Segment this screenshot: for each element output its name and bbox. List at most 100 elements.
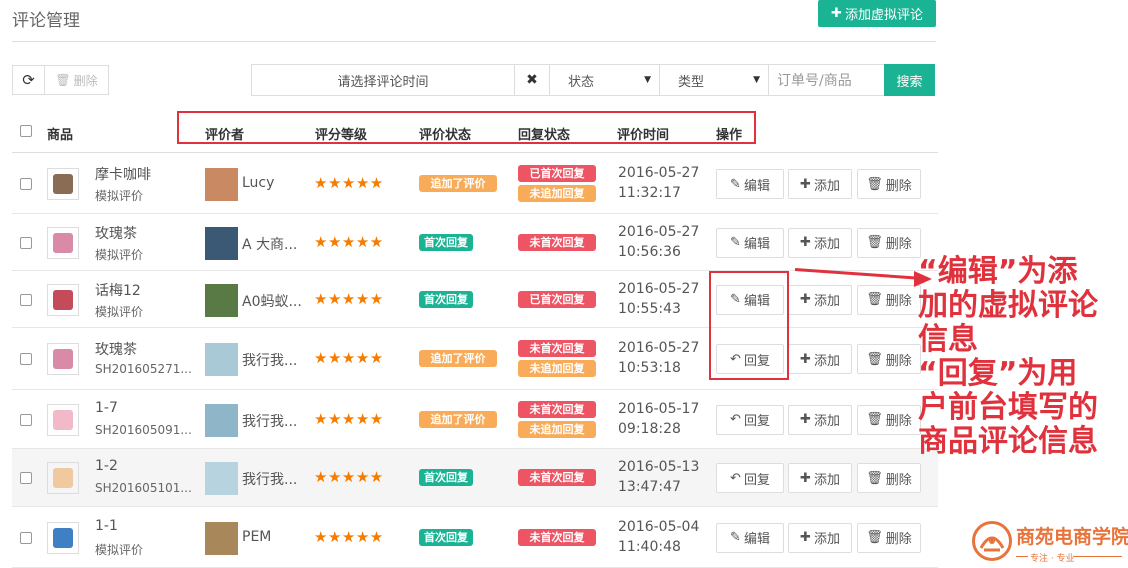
review-clock: 10:53:18 bbox=[618, 360, 681, 376]
review-time: 2016-05-27 10:53:18 bbox=[618, 338, 699, 378]
add-label: 添加 bbox=[813, 532, 840, 547]
search-button[interactable]: 搜索 bbox=[884, 64, 935, 96]
product-thumbnail bbox=[47, 168, 79, 200]
product-name[interactable]: 玫瑰茶 bbox=[95, 223, 137, 243]
add-label: 添加 bbox=[813, 472, 840, 488]
row-checkbox[interactable] bbox=[20, 472, 32, 484]
product-name[interactable]: 话梅12 bbox=[95, 280, 141, 300]
delete-button[interactable]: 🗑 删除 bbox=[857, 344, 921, 374]
product-thumbnail bbox=[47, 343, 79, 375]
review-status-badge: 首次回复 bbox=[419, 469, 473, 486]
delete-button[interactable]: 🗑 删除 bbox=[857, 284, 921, 315]
add-button[interactable]: ✚ 添加 bbox=[788, 463, 852, 493]
review-date: 2016-05-27 bbox=[618, 340, 700, 356]
rating-stars-icon: ★★★★★ bbox=[314, 468, 384, 486]
delete-label: 删除 bbox=[885, 353, 912, 369]
product-name[interactable]: 摩卡咖啡 bbox=[95, 164, 151, 184]
row-checkbox[interactable] bbox=[20, 293, 32, 306]
avatar bbox=[205, 343, 238, 376]
review-time: 2016-05-27 11:32:17 bbox=[618, 163, 699, 203]
delete-button[interactable]: 🗑 删除 bbox=[857, 227, 921, 258]
edit-button[interactable]: ✎ 编辑 bbox=[716, 227, 784, 258]
delete-button[interactable]: 🗑 删除 bbox=[857, 463, 921, 493]
delete-label: 删除 bbox=[885, 237, 912, 252]
reviewer-name: 我行我... bbox=[242, 472, 298, 488]
product-subtitle: SH201605271... bbox=[95, 362, 192, 376]
edit-button[interactable]: ✎ 编辑 bbox=[716, 522, 784, 553]
add-button[interactable]: ✚ 添加 bbox=[788, 404, 852, 435]
reply-button[interactable]: ↶ 回复 bbox=[716, 404, 784, 435]
review-clock: 11:32:17 bbox=[618, 185, 681, 201]
product-name[interactable]: 玫瑰茶 bbox=[95, 339, 137, 359]
review-status-badge: 追加了评价 bbox=[419, 175, 497, 192]
product-name[interactable]: 1-7 bbox=[95, 400, 118, 416]
row-checkbox[interactable] bbox=[20, 178, 32, 190]
product-name[interactable]: 1-1 bbox=[95, 518, 118, 534]
row-checkbox[interactable] bbox=[20, 353, 32, 365]
row-checkbox[interactable] bbox=[20, 413, 32, 426]
clear-date-button[interactable]: ✖ bbox=[514, 64, 550, 96]
avatar bbox=[205, 283, 238, 317]
trash-icon: 🗑 bbox=[866, 412, 883, 427]
add-button[interactable]: ✚ 添加 bbox=[788, 284, 852, 315]
product-name[interactable]: 1-2 bbox=[95, 458, 118, 474]
reply-status-badge: 未追加回复 bbox=[518, 420, 596, 438]
trash-icon: 🗑 bbox=[866, 176, 883, 192]
product-subtitle: SH201605101... bbox=[95, 481, 192, 495]
review-time: 2016-05-27 10:55:43 bbox=[618, 279, 699, 319]
logo-divider-right bbox=[1074, 556, 1122, 557]
delete-button[interactable]: 🗑 删除 bbox=[857, 169, 921, 199]
action-label: 编辑 bbox=[743, 237, 770, 252]
add-button[interactable]: ✚ 添加 bbox=[788, 227, 852, 258]
title-divider bbox=[12, 41, 936, 42]
review-date-picker[interactable]: 请选择评论时间 bbox=[251, 64, 515, 96]
bulk-delete-button[interactable]: 🗑 删除 bbox=[44, 65, 109, 95]
product-image bbox=[53, 289, 73, 310]
row-checkbox[interactable] bbox=[20, 531, 32, 544]
annotation-line: 商品评论信息 bbox=[918, 424, 1098, 459]
plus-icon: ✚ bbox=[800, 292, 811, 307]
edit-button[interactable]: ✎ 编辑 bbox=[716, 169, 784, 199]
action-label: 回复 bbox=[743, 414, 770, 429]
review-time: 2016-05-17 09:18:28 bbox=[618, 399, 699, 439]
reviewer-name: 我行我... bbox=[242, 413, 298, 430]
delete-label: 删除 bbox=[885, 532, 912, 547]
header-highlight-box bbox=[177, 111, 756, 144]
edit-icon: ✎ bbox=[730, 176, 741, 192]
action-label: 编辑 bbox=[743, 532, 770, 547]
refresh-button[interactable]: ⟳ bbox=[12, 65, 45, 95]
add-button[interactable]: ✚ 添加 bbox=[788, 344, 852, 374]
reply-status-badge: 未首次回复 bbox=[518, 469, 596, 486]
type-select[interactable]: 类型 ▼ bbox=[659, 64, 769, 96]
delete-label: 删除 bbox=[885, 414, 912, 429]
delete-button[interactable]: 🗑 删除 bbox=[857, 522, 921, 553]
add-button[interactable]: ✚ 添加 bbox=[788, 522, 852, 553]
product-image bbox=[53, 468, 73, 488]
product-subtitle: 模拟评价 bbox=[95, 542, 144, 557]
plus-icon: ✚ bbox=[800, 235, 811, 250]
add-button[interactable]: ✚ 添加 bbox=[788, 169, 852, 199]
reply-button[interactable]: ↶ 回复 bbox=[716, 463, 784, 493]
add-virtual-review-button[interactable]: ✚ 添加虚拟评论 bbox=[818, 0, 936, 27]
review-date-placeholder: 请选择评论时间 bbox=[337, 74, 429, 90]
avatar bbox=[205, 168, 238, 201]
product-subtitle: 模拟评价 bbox=[95, 247, 144, 262]
rating-stars-icon: ★★★★★ bbox=[314, 349, 384, 367]
table-row: 玫瑰茶 模拟评价 A 大商... ★★★★★ 首次回复 未首次回复 2016-05-27 10… bbox=[12, 214, 938, 271]
order-search-input[interactable]: 订单号/商品 bbox=[768, 64, 885, 96]
review-date: 2016-05-13 bbox=[618, 459, 700, 475]
row-checkbox[interactable] bbox=[20, 236, 32, 249]
delete-button[interactable]: 🗑 删除 bbox=[857, 404, 921, 435]
reply-status-badge: 已首次回复 bbox=[518, 165, 596, 182]
review-clock: 11:40:48 bbox=[618, 538, 681, 555]
review-status-badge: 追加了评价 bbox=[419, 350, 497, 367]
review-clock: 13:47:47 bbox=[618, 479, 681, 495]
table-row: 摩卡咖啡 模拟评价 Lucy ★★★★★ 追加了评价 已首次回复 未追加回复 2016-05-… bbox=[12, 154, 938, 214]
review-date: 2016-05-27 bbox=[618, 280, 700, 297]
product-subtitle: SH201605091... bbox=[95, 422, 192, 437]
logo-tagline: 专注 · 专业 bbox=[1030, 554, 1075, 564]
trash-icon: 🗑 bbox=[866, 235, 883, 250]
select-all-checkbox[interactable] bbox=[20, 125, 32, 137]
delete-label: 删除 bbox=[885, 294, 912, 309]
status-select[interactable]: 状态 ▼ bbox=[549, 64, 660, 96]
